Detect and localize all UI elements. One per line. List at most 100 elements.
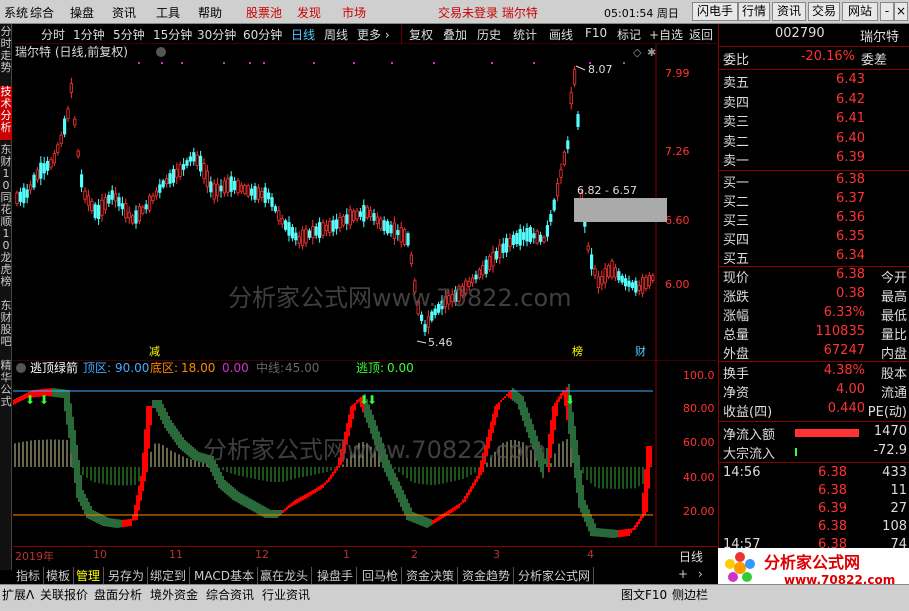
scroll-right-icon[interactable]: › [695, 567, 706, 581]
tool-draw[interactable]: 画线 [549, 26, 573, 43]
menu-tools[interactable]: 工具 [156, 4, 180, 21]
event-marker-finance[interactable]: 财 [635, 344, 646, 358]
menu-system[interactable]: 系统 [4, 4, 28, 21]
menu-help[interactable]: 帮助 [198, 4, 222, 21]
period-5min[interactable]: 5分钟 [113, 26, 145, 43]
ask-row-label: 卖五 [723, 76, 750, 91]
tool-overlay[interactable]: 叠加 [443, 26, 467, 43]
candle-body [28, 184, 33, 191]
status-board-analysis[interactable]: 盘面分析 [94, 586, 142, 603]
tab-fund-trend[interactable]: 资金趋势 [459, 567, 515, 584]
menu-trade[interactable]: 操盘 [70, 4, 94, 21]
candle-body [484, 259, 488, 274]
tool-stats[interactable]: 统计 [513, 26, 537, 43]
period-intraday[interactable]: 分时 [41, 26, 65, 43]
stat2-row: 净资 4.00 流通 [723, 382, 907, 401]
event-marker-reduce[interactable]: 减 [149, 345, 160, 358]
status-related-quotes[interactable]: 关联报价 [40, 586, 88, 603]
x-axis-period[interactable]: 日线 [679, 548, 703, 565]
tab-save-as[interactable]: 另存为 [105, 567, 149, 584]
status-sidebar[interactable]: 侧边栏 [672, 586, 708, 603]
tab-indicator[interactable]: 指标 [13, 567, 45, 584]
menu-stock-pool[interactable]: 股票池 [246, 4, 282, 21]
stat2-row-label: 收益(四) [723, 405, 773, 420]
menu-news[interactable]: 资讯 [112, 4, 136, 21]
status-expand[interactable]: 扩展Λ [2, 586, 34, 603]
nav-intraday[interactable]: 分时走势 [0, 26, 12, 84]
trade-button[interactable]: 交易 [808, 2, 840, 21]
settings-icon[interactable]: ✱ [647, 46, 656, 59]
candle-body [114, 193, 118, 202]
escape-arrow-icon: ⬇ [39, 393, 49, 407]
period-15min[interactable]: 15分钟 [153, 26, 192, 43]
nav-dragon-tiger[interactable]: 龙虎榜 [0, 252, 12, 296]
candle-body [181, 164, 186, 170]
event-marker-list[interactable]: 榜 [572, 344, 583, 358]
status-foreign-funds[interactable]: 境外资金 [150, 586, 198, 603]
tab-leader[interactable]: 赢在龙头 [257, 567, 313, 584]
period-more[interactable]: 更多 › [357, 26, 390, 43]
tool-add-watchlist[interactable]: +自选 [649, 26, 683, 43]
website-button[interactable]: 网站 [842, 2, 878, 21]
menu-discover[interactable]: 发现 [297, 4, 321, 21]
tool-back[interactable]: 返回 [689, 26, 713, 43]
candle-body [552, 199, 556, 211]
tab-manage[interactable]: 管理 [73, 567, 105, 584]
tab-fund-decision[interactable]: 资金决策 [403, 567, 459, 584]
tool-mark[interactable]: 标记 [617, 26, 641, 43]
nav-dongcai10[interactable]: 东财10 [0, 144, 12, 192]
candle-body [226, 178, 230, 193]
tick-time: 14:56 [723, 465, 761, 480]
minimize-icon[interactable]: - [880, 2, 894, 21]
status-bar: 扩展Λ 关联报价 盘面分析 境外资金 综合资讯 行业资讯 图文F10 侧边栏 [0, 584, 909, 611]
menu-general[interactable]: 综合 [30, 4, 54, 21]
quote-button[interactable]: 行情 [738, 2, 770, 21]
tab-trader[interactable]: 操盘手 [314, 567, 358, 584]
close-icon[interactable]: × [894, 2, 908, 21]
indicator-dropdown-icon[interactable] [16, 363, 26, 373]
period-daily[interactable]: 日线 [291, 26, 315, 43]
period-weekly[interactable]: 周线 [324, 26, 348, 43]
status-news[interactable]: 综合资讯 [206, 586, 254, 603]
stat-row: 外盘 67247 内盘 [723, 343, 907, 362]
nav-technical-analysis[interactable]: 技术分析 [0, 86, 12, 140]
add-tab-icon[interactable]: + [675, 567, 691, 581]
period-30min[interactable]: 30分钟 [197, 26, 236, 43]
nav-tonghuashun10[interactable]: 同花顺10 [0, 192, 12, 252]
indicator-chart[interactable]: ⬇ ⬇ ⬇⬇ ⬇ 逃顶绿箭 顶区: 90.00 底区: 18.00 0.00 中线: … [13, 360, 717, 546]
tab-huimaqiang[interactable]: 回马枪 [359, 567, 403, 584]
candle-body [22, 187, 26, 204]
flash-trade-button[interactable]: 闪电手 [692, 2, 738, 21]
period-60min[interactable]: 60分钟 [243, 26, 282, 43]
diamond-icon[interactable]: ◇ [633, 46, 642, 59]
period-1min[interactable]: 1分钟 [73, 26, 105, 43]
tool-f10[interactable]: F10 [585, 26, 607, 40]
tool-history[interactable]: 历史 [477, 26, 501, 43]
status-f10[interactable]: 图文F10 [621, 586, 667, 603]
candle-body [545, 225, 550, 237]
candle-body [593, 268, 597, 276]
tab-fxj-formula[interactable]: 分析家公式网 [515, 567, 595, 584]
menu-market[interactable]: 市场 [342, 4, 366, 21]
login-status[interactable]: 交易未登录 瑞尔特 [438, 4, 538, 21]
tick-volume: 27 [890, 501, 907, 516]
candle-body [362, 205, 366, 222]
candle-body [236, 180, 240, 194]
candle-body [161, 180, 165, 188]
tool-adjust[interactable]: 复权 [409, 26, 433, 43]
candlestick-chart[interactable]: 瑞尔特 (日线,前复权) 7.99 7.26 6.60 6.00 8.07 5.… [13, 44, 717, 360]
tab-bind-to[interactable]: 绑定到 [147, 567, 191, 584]
tab-template[interactable]: 模板 [43, 567, 75, 584]
nav-guba[interactable]: 东财股吧 [0, 300, 12, 356]
x-tick: 3 [493, 548, 500, 561]
tab-macd[interactable]: MACD基本 [191, 567, 258, 584]
candle-body [147, 195, 152, 211]
candle-body [542, 237, 546, 243]
x-tick: 2 [411, 548, 418, 561]
candle-body [491, 251, 495, 267]
nav-formulas[interactable]: 精华公式 [0, 360, 12, 416]
candle-body [573, 69, 577, 85]
chart-dropdown-icon[interactable] [156, 47, 166, 57]
status-industry-news[interactable]: 行业资讯 [262, 586, 310, 603]
news-button[interactable]: 资讯 [772, 2, 806, 21]
